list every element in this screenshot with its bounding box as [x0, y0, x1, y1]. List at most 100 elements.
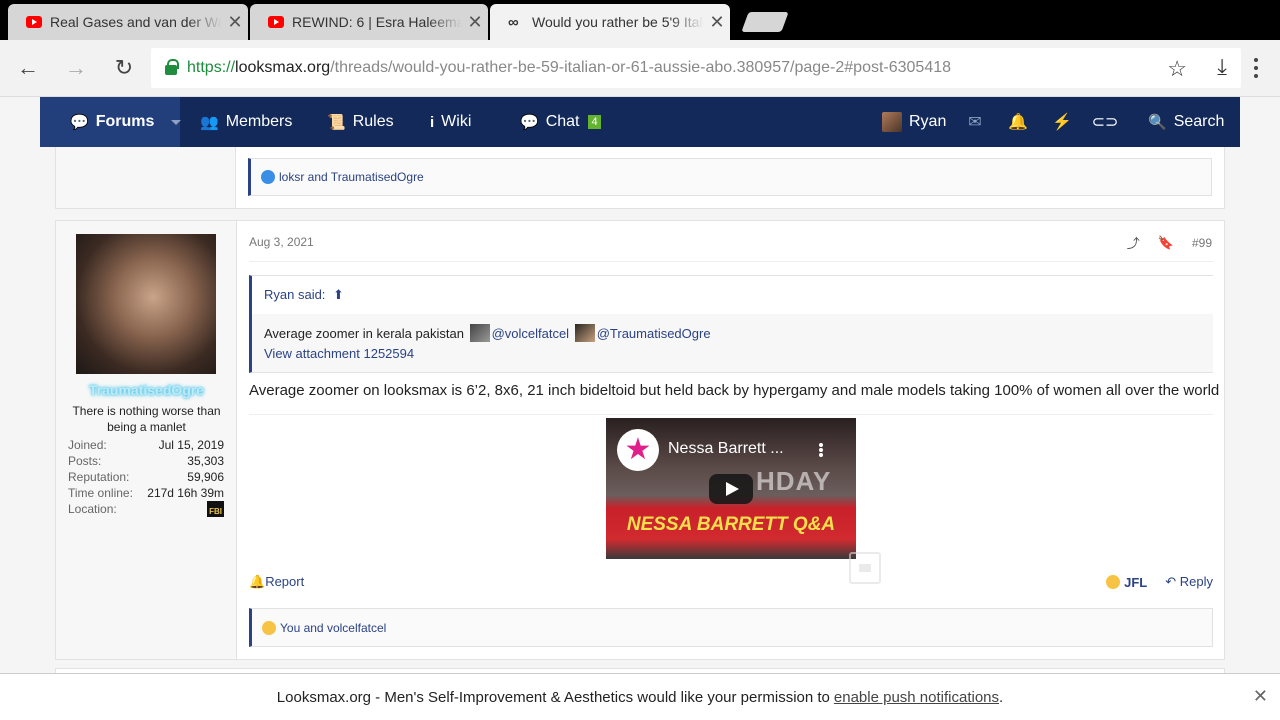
reply-button[interactable]: ↶ Reply	[1165, 574, 1213, 590]
arrow-up-circle-icon[interactable]: ⬆	[333, 287, 344, 302]
user-stats: Joined: Jul 15, 2019 Posts: 35,303 Reputat…	[68, 437, 224, 517]
looksmax-icon: ∞	[508, 13, 519, 31]
quote-header[interactable]: Ryan said: ⬆	[252, 276, 1213, 314]
browser-toolbar: ← → ↻ https://looksmax.org/threads/would…	[0, 40, 1280, 97]
post-actions-right: JFL ↶ Reply	[1106, 574, 1213, 590]
lock-icon	[165, 59, 179, 75]
bell-icon[interactable]: 🔔	[998, 97, 1038, 147]
bolt-icon[interactable]: ⚡	[1042, 97, 1082, 147]
quote-text: Average zoomer in kerala pakistan	[264, 326, 464, 341]
post-user-cell: TraumatisedOgre There is nothing worse t…	[56, 221, 237, 659]
location-flag-icon: FBI	[207, 501, 224, 517]
reply-icon: ↶	[1165, 574, 1180, 589]
chevron-down-icon[interactable]	[171, 119, 182, 125]
toggle-icon[interactable]: ⊂⊃	[1085, 97, 1125, 147]
username[interactable]: TraumatisedOgre	[56, 382, 237, 398]
divider	[249, 261, 1213, 262]
video-embed[interactable]: HDAY NESSA BARRETT Q&A ★ Nessa Barrett .…	[606, 418, 856, 559]
enable-push-link[interactable]: enable push notifications	[834, 689, 999, 706]
stat-time-online: Time online: 217d 16h 39m	[68, 486, 224, 500]
reply-label: Reply	[1179, 574, 1213, 589]
like-reaction-icon	[261, 170, 275, 184]
attachment-link[interactable]: View attachment 1252594	[264, 346, 414, 361]
nav-search[interactable]: 🔍 Search	[1138, 97, 1240, 147]
play-icon[interactable]	[709, 474, 753, 504]
bell-icon: 🔔	[249, 574, 266, 589]
envelope-icon[interactable]: ✉	[955, 97, 995, 147]
close-icon[interactable]: ✕	[462, 12, 488, 33]
video-menu-icon[interactable]	[814, 440, 828, 460]
tab-title: Would you rather be 5'9 Italia	[532, 14, 704, 30]
url-scheme: https://	[187, 59, 236, 76]
share-icon[interactable]: ⤴	[1127, 233, 1140, 252]
bookmark-icon[interactable]: 🔖	[1158, 235, 1174, 251]
search-icon: 🔍	[1148, 114, 1167, 131]
picture-in-picture-icon[interactable]	[849, 552, 881, 584]
post-date[interactable]: Aug 3, 2021	[249, 235, 314, 249]
close-icon[interactable]: ✕	[222, 12, 248, 33]
stat-location: Location: FBI	[68, 501, 224, 517]
back-icon[interactable]: ←	[14, 54, 42, 82]
browser-tab-1[interactable]: Real Gases and van der Waals ✕	[8, 4, 248, 40]
quote-block: Ryan said: ⬆ Average zoomer in kerala pa…	[249, 275, 1213, 373]
chat-icon: 💬	[520, 114, 539, 131]
user-title: There is nothing worse than being a manl…	[72, 404, 221, 434]
site-nav: 💬 Forums 👥 Members 📜 Rules i Wiki 💬 Chat…	[40, 97, 1240, 147]
youtube-icon	[26, 16, 42, 28]
download-icon[interactable]: ⤓	[1217, 54, 1227, 80]
tab-title: Real Gases and van der Waals	[50, 14, 222, 30]
post-main-cell: Aug 3, 2021 ⤴ 🔖 #99 Ryan said: ⬆ Average…	[237, 221, 1224, 659]
notice-end: .	[999, 688, 1004, 706]
prev-reactions-text: loksr and TraumatisedOgre	[279, 170, 424, 184]
info-icon: i	[430, 113, 435, 131]
browser-tab-3[interactable]: ∞ Would you rather be 5'9 Italia ✕	[490, 4, 730, 40]
avatar	[882, 112, 902, 132]
stat-reputation: Reputation: 59,906	[68, 470, 224, 484]
mention-link[interactable]: @volcelfatcel	[492, 326, 570, 341]
prev-reactions-bar[interactable]: loksr and TraumatisedOgre	[248, 158, 1212, 196]
prev-post-user-cell	[55, 147, 236, 209]
report-label: Report	[265, 574, 305, 589]
reload-icon[interactable]: ↻	[110, 54, 138, 82]
address-bar[interactable]: https://looksmax.org/threads/would-you-r…	[151, 48, 1241, 88]
stat-posts: Posts: 35,303	[68, 454, 224, 468]
tab-title: REWIND: 6 | Esra Haleema ka	[292, 14, 462, 30]
jfl-reaction-button[interactable]: JFL	[1106, 574, 1148, 590]
post-body-text: Average zoomer on looksmax is 6’2, 8x6, …	[249, 382, 1220, 399]
nav-user[interactable]: Ryan	[882, 97, 946, 147]
nav-members[interactable]: 👥 Members	[200, 97, 292, 147]
nav-forums-label: Forums	[95, 113, 155, 130]
report-button[interactable]: 🔔Report	[249, 574, 304, 590]
notice-text: Looksmax.org - Men's Self-Improvement & …	[276, 688, 830, 706]
browser-menu-icon[interactable]	[1244, 56, 1268, 80]
jfl-label: JFL	[1124, 574, 1148, 590]
browser-tab-2[interactable]: REWIND: 6 | Esra Haleema ka ✕	[250, 4, 488, 40]
nav-chat[interactable]: 💬 Chat 4	[520, 97, 601, 147]
bookmark-star-icon[interactable]: ☆	[1167, 56, 1187, 82]
close-icon[interactable]: ✕	[704, 12, 730, 33]
quote-body: Average zoomer in kerala pakistan @volce…	[252, 314, 1213, 372]
url-path: /threads/would-you-rather-be-59-italian-…	[330, 59, 952, 76]
reactions-text: You and volcelfatcel	[280, 620, 387, 635]
url-host: looksmax.org	[235, 59, 331, 76]
nav-search-label: Search	[1173, 113, 1225, 130]
nav-members-label: Members	[225, 113, 293, 130]
nav-wiki[interactable]: i Wiki	[430, 97, 471, 147]
channel-logo-icon[interactable]: ★	[617, 429, 659, 471]
new-tab-button[interactable]	[741, 12, 789, 32]
quote-author: Ryan said:	[264, 287, 326, 302]
reactions-bar[interactable]: You and volcelfatcel	[249, 608, 1213, 647]
post-tools: ⤴ 🔖 #99	[1127, 233, 1212, 252]
video-banner-text: NESSA BARRETT Q&A	[626, 514, 836, 535]
nav-user-label: Ryan	[909, 113, 947, 130]
nav-rules-label: Rules	[352, 113, 394, 130]
video-title[interactable]: Nessa Barrett ...	[668, 440, 798, 458]
mention-link[interactable]: @TraumatisedOgre	[597, 326, 711, 341]
post-number[interactable]: #99	[1192, 236, 1212, 250]
close-icon[interactable]: ✕	[1253, 686, 1268, 707]
avatar[interactable]	[76, 234, 216, 374]
forward-icon[interactable]: →	[62, 54, 90, 82]
push-notification-notice: Looksmax.org - Men's Self-Improvement & …	[0, 673, 1280, 720]
nav-forums[interactable]: 💬 Forums	[40, 97, 182, 147]
nav-rules[interactable]: 📜 Rules	[327, 97, 394, 147]
